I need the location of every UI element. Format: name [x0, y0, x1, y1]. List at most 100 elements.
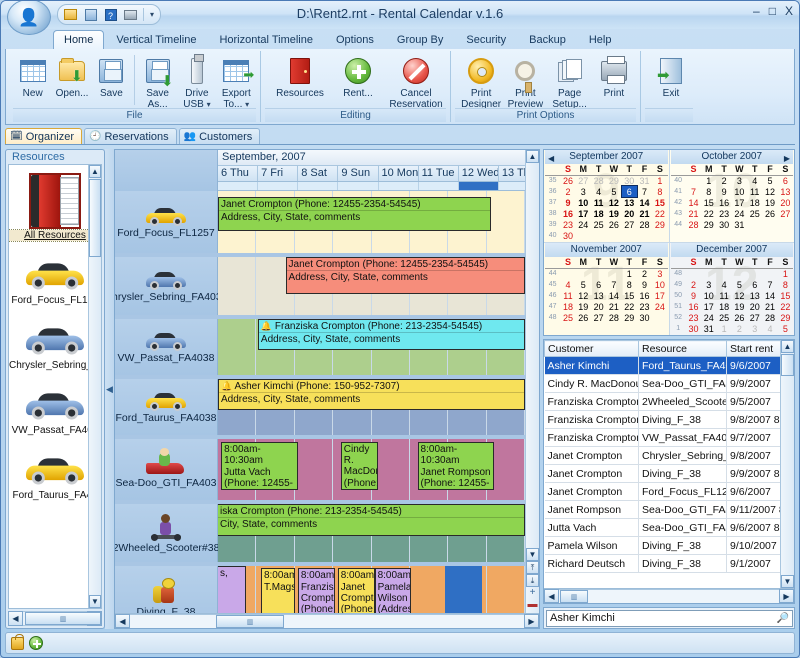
day-cell[interactable]: 19 [576, 301, 591, 312]
row-resource-header[interactable]: VW_Passat_FA4038 [115, 319, 218, 375]
day-cell[interactable]: 12 [762, 186, 777, 197]
mini-calendar-november[interactable]: November 2007 11 S M T W T [544, 243, 669, 335]
ribbon-tab-options[interactable]: Options [325, 30, 385, 49]
row-grid[interactable]: 8:00am-10:30am Jutta Vach (Phone: 12455-… [218, 439, 525, 500]
lock-icon[interactable] [11, 637, 24, 650]
day-cell[interactable]: 6 [591, 279, 606, 290]
all-day-cell[interactable] [258, 182, 298, 190]
day-cell[interactable] [778, 230, 793, 241]
day-cell[interactable]: 10 [576, 197, 591, 208]
grid-horizontal-scrollbar[interactable]: ◀ ▥ ▶ [544, 588, 794, 603]
day-cell[interactable]: 20 [591, 301, 606, 312]
day-cell[interactable]: 23 [637, 301, 652, 312]
day-cell[interactable] [716, 230, 731, 241]
day-cell-today[interactable]: 6 [622, 186, 637, 197]
appointment[interactable]: 8:00am- T.Magsig [261, 568, 295, 613]
column-header-resource[interactable]: Resource [639, 341, 727, 357]
save-button[interactable]: Save [92, 52, 131, 99]
day-cell[interactable]: 13 [778, 186, 793, 197]
day-cell[interactable]: 24 [732, 208, 747, 219]
day-cell[interactable] [591, 230, 606, 241]
day-cell[interactable]: 20 [747, 301, 762, 312]
day-column-header[interactable]: 6 Thu [218, 166, 258, 181]
day-cell[interactable]: 11 [591, 197, 606, 208]
exit-button[interactable]: ➡ Exit [649, 52, 693, 99]
appointment[interactable]: 8:00am-10:30am Janet Rompson (Phone: 124… [418, 442, 495, 490]
scroll-down-icon[interactable]: ▼ [89, 595, 101, 608]
day-cell[interactable] [701, 230, 716, 241]
day-cell[interactable]: 15 [701, 197, 716, 208]
day-cell[interactable] [778, 219, 793, 230]
ribbon-tab-vertical-timeline[interactable]: Vertical Timeline [105, 30, 207, 49]
day-cell[interactable]: 12 [576, 290, 591, 301]
day-cell[interactable]: 17 [576, 208, 591, 219]
day-cell[interactable]: 29 [701, 219, 716, 230]
scroll-down-icon[interactable]: ▼ [526, 548, 539, 561]
row-resource-header[interactable]: 2Wheeled_Scooter#38 [115, 504, 218, 562]
ribbon-tab-group-by[interactable]: Group By [386, 30, 454, 49]
all-day-cell[interactable] [218, 182, 258, 190]
day-cell[interactable]: 21 [762, 301, 777, 312]
day-cell[interactable]: 7 [686, 186, 701, 197]
day-cell[interactable]: 14 [637, 197, 652, 208]
day-cell[interactable]: 11 [747, 186, 762, 197]
mini-calendar-september[interactable]: ◀ September 2007 9 S M T [544, 150, 669, 242]
add-icon[interactable] [29, 636, 43, 650]
day-cell[interactable]: 2 [732, 323, 747, 334]
day-cell[interactable] [686, 268, 701, 279]
day-cell[interactable]: 27 [576, 175, 591, 186]
day-cell[interactable] [732, 268, 747, 279]
binoculars-icon[interactable]: 🔎 [774, 610, 792, 627]
print-designer-button[interactable]: Print Designer [459, 52, 503, 110]
save-as-button[interactable]: ⬇ Save As... [138, 52, 177, 110]
day-cell[interactable]: 24 [652, 301, 667, 312]
day-cell[interactable]: 4 [560, 279, 575, 290]
day-cell[interactable]: 29 [652, 219, 667, 230]
day-cell[interactable]: 30 [686, 323, 701, 334]
row-grid[interactable]: iska Crompton (Phone: 213-2354-54545) Ci… [218, 504, 525, 562]
day-cell[interactable]: 26 [560, 175, 575, 186]
appointment[interactable]: 8:00am- Janet Crompto (Phone: [338, 568, 375, 613]
ribbon-tab-horizontal-timeline[interactable]: Horizontal Timeline [208, 30, 324, 49]
day-cell[interactable] [732, 230, 747, 241]
day-cell[interactable]: 29 [778, 312, 793, 323]
day-cell[interactable]: 16 [716, 197, 731, 208]
open-button[interactable]: ⬇ Open... [52, 52, 91, 99]
day-cell[interactable]: 10 [732, 186, 747, 197]
day-cell[interactable]: 7 [606, 279, 621, 290]
table-row[interactable]: Jutta Vach Sea-Doo_GTI_FA4 9/6/2007 8:00 [545, 519, 783, 537]
day-cell[interactable]: 16 [637, 290, 652, 301]
table-row[interactable]: Janet Rompson Sea-Doo_GTI_FA4 9/11/2007 … [545, 501, 783, 519]
day-cell[interactable] [762, 230, 777, 241]
table-row[interactable]: Janet Crompton Chrysler_Sebring_F 9/8/20… [545, 447, 783, 465]
day-cell[interactable]: 21 [686, 208, 701, 219]
day-column-header[interactable]: 10 Mon [379, 166, 419, 181]
day-cell[interactable]: 4 [762, 323, 777, 334]
row-resource-header[interactable]: Sea-Doo_GTI_FA403 [115, 439, 218, 500]
day-cell[interactable]: 16 [686, 301, 701, 312]
resources-vertical-scrollbar[interactable]: ▲ ▼ [88, 165, 101, 608]
scroll-down-icon[interactable]: ▼ [781, 575, 794, 588]
day-cell[interactable]: 17 [652, 290, 667, 301]
day-cell[interactable]: 15 [622, 290, 637, 301]
scroll-track[interactable]: ▥ [23, 611, 87, 626]
scroll-left-icon[interactable]: ◀ [8, 611, 23, 626]
row-resource-header[interactable]: Diving_F_38 [115, 566, 218, 613]
day-cell[interactable]: 3 [576, 186, 591, 197]
day-cell[interactable]: 6 [747, 279, 762, 290]
day-cell[interactable] [652, 230, 667, 241]
appointment[interactable]: 8:00am- Franziska Crompto (Phone: [298, 568, 335, 613]
day-cell[interactable]: 23 [686, 312, 701, 323]
day-cell[interactable]: 1 [652, 175, 667, 186]
day-cell[interactable]: 25 [747, 208, 762, 219]
day-cell[interactable]: 19 [606, 208, 621, 219]
day-cell[interactable]: 7 [637, 186, 652, 197]
appointment[interactable]: 🔔 Franziska Crompton (Phone: 213-2354-54… [258, 319, 525, 350]
day-cell[interactable]: 14 [762, 290, 777, 301]
day-cell[interactable] [622, 230, 637, 241]
day-cell[interactable]: 20 [778, 197, 793, 208]
scroll-up-icon[interactable]: ▲ [781, 340, 794, 353]
day-cell[interactable]: 23 [560, 219, 575, 230]
day-column-header[interactable]: 9 Sun [338, 166, 378, 181]
day-cell[interactable]: 28 [762, 312, 777, 323]
